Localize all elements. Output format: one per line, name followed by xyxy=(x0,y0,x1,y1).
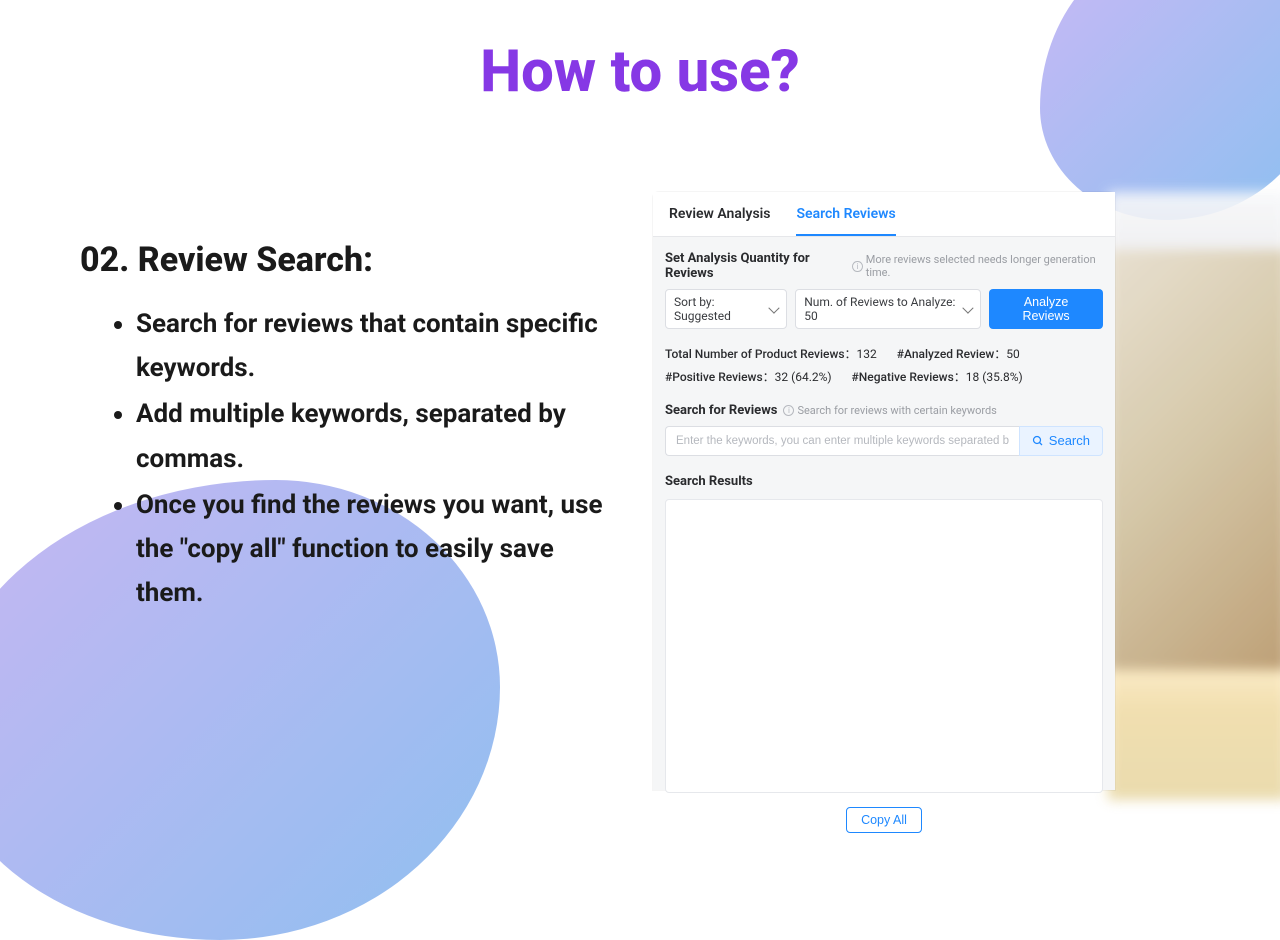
hint-text-content: More reviews selected needs longer gener… xyxy=(866,253,1103,279)
sort-by-value: Sort by: Suggested xyxy=(674,295,770,323)
search-button[interactable]: Search xyxy=(1019,426,1103,456)
num-reviews-select[interactable]: Num. of Reviews to Analyze: 50 xyxy=(795,289,981,329)
hint-text-content: Search for reviews with certain keywords xyxy=(797,404,996,417)
decorative-blob-top xyxy=(1040,0,1280,220)
search-icon xyxy=(1032,435,1044,447)
total-reviews-label: Total Number of Product Reviews： xyxy=(665,347,857,361)
positive-value: 32 (64.2%) xyxy=(775,370,832,384)
analyze-reviews-button[interactable]: Analyze Reviews xyxy=(989,289,1103,329)
num-reviews-value: Num. of Reviews to Analyze: 50 xyxy=(804,295,964,323)
search-section: Search for Reviews i Search for reviews … xyxy=(665,403,1103,456)
tab-search-reviews[interactable]: Search Reviews xyxy=(796,206,895,236)
keyword-search-input[interactable] xyxy=(665,426,1019,456)
search-title: Search for Reviews xyxy=(665,403,777,418)
total-reviews-value: 132 xyxy=(857,347,877,361)
section-heading: 02. Review Search: xyxy=(80,240,610,280)
analyzed-label: #Analyzed Review： xyxy=(897,347,1007,361)
search-results-title: Search Results xyxy=(665,474,1103,489)
info-icon: i xyxy=(852,261,862,272)
product-backdrop-blur xyxy=(1108,192,1280,800)
info-icon: i xyxy=(783,405,794,416)
review-panel: Review Analysis Search Reviews Set Analy… xyxy=(653,192,1115,790)
search-results-box xyxy=(665,499,1103,793)
instructions-column: 02. Review Search: Search for reviews th… xyxy=(80,240,610,617)
list-item: Add multiple keywords, separated by comm… xyxy=(136,392,610,480)
set-quantity-title: Set Analysis Quantity for Reviews xyxy=(665,251,846,281)
set-quantity-section: Set Analysis Quantity for Reviews i More… xyxy=(665,251,1103,329)
sort-by-select[interactable]: Sort by: Suggested xyxy=(665,289,787,329)
analyzed-value: 50 xyxy=(1006,347,1020,361)
negative-label: #Negative Reviews： xyxy=(852,370,966,384)
panel-tabs: Review Analysis Search Reviews xyxy=(653,192,1115,237)
search-button-label: Search xyxy=(1049,433,1090,448)
set-quantity-hint: i More reviews selected needs longer gen… xyxy=(852,253,1103,279)
review-stats: Total Number of Product Reviews：132 #Ana… xyxy=(665,343,1103,389)
instruction-list: Search for reviews that contain specific… xyxy=(80,302,610,615)
tab-review-analysis[interactable]: Review Analysis xyxy=(669,206,770,236)
positive-label: #Positive Reviews： xyxy=(665,370,775,384)
negative-value: 18 (35.8%) xyxy=(966,370,1023,384)
copy-all-button[interactable]: Copy All xyxy=(846,807,922,833)
list-item: Search for reviews that contain specific… xyxy=(136,302,610,390)
list-item: Once you find the reviews you want, use … xyxy=(136,483,610,616)
search-hint: i Search for reviews with certain keywor… xyxy=(783,404,996,417)
page-title: How to use? xyxy=(0,38,1280,106)
